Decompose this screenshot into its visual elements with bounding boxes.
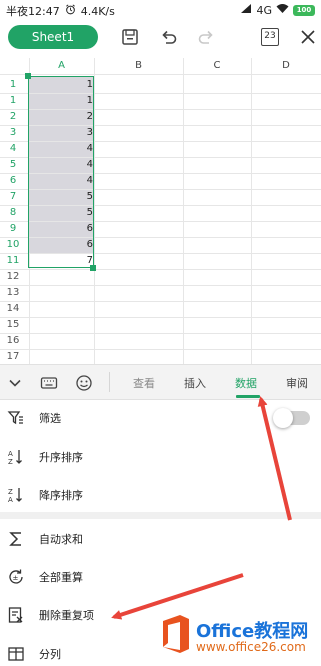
keyboard-icon[interactable] (39, 373, 59, 393)
row-header[interactable]: 14 (0, 301, 26, 317)
svg-text:±: ± (13, 574, 19, 582)
row-header[interactable]: 10 (0, 237, 26, 253)
column-header-b[interactable]: B (94, 60, 183, 74)
menu-item-autosum[interactable]: 自动求和 (0, 523, 321, 555)
redo-icon[interactable] (194, 25, 218, 49)
remove-duplicates-label: 删除重复项 (39, 609, 94, 622)
selection-border (28, 76, 94, 268)
filter-label: 筛选 (39, 412, 61, 425)
tab-divider (109, 372, 110, 392)
column-divider (183, 58, 184, 364)
office-logo-watermark (163, 615, 189, 653)
recalculate-icon: ± (6, 567, 26, 587)
active-tab-indicator (236, 395, 260, 398)
row-header[interactable]: 5 (0, 157, 26, 173)
row-header[interactable]: 3 (0, 125, 26, 141)
tab-data[interactable]: 数据 (235, 375, 257, 391)
selection-handle[interactable] (90, 265, 96, 271)
row-divider (0, 333, 321, 334)
recalculate-label: 全部重算 (39, 571, 83, 584)
sigma-icon (6, 529, 26, 549)
row-header[interactable]: 4 (0, 141, 26, 157)
row-header[interactable]: 9 (0, 221, 26, 237)
row-divider (0, 349, 321, 350)
row-header[interactable]: 8 (0, 205, 26, 221)
watermark-url: www.office26.com (196, 640, 306, 654)
svg-text:A: A (8, 496, 13, 504)
selection-handle[interactable] (25, 73, 31, 79)
column-header-c[interactable]: C (183, 60, 251, 74)
tab-insert[interactable]: 插入 (184, 375, 206, 391)
ribbon-tab-bar: 查看 插入 数据 审阅 (0, 364, 321, 400)
wifi-icon (276, 3, 289, 17)
row-header[interactable]: 11 (0, 253, 26, 269)
row-header[interactable]: 12 (0, 269, 26, 285)
split-column-label: 分列 (39, 648, 61, 661)
row-divider (0, 269, 321, 270)
row-header[interactable]: 1 (0, 93, 26, 109)
sort-ascending-icon: AZ (6, 447, 26, 467)
toolbar: Sheet1 23 (0, 22, 321, 52)
row-header[interactable]: 2 (0, 109, 26, 125)
row-header[interactable]: 17 (0, 349, 26, 365)
save-icon[interactable] (118, 25, 142, 49)
status-bar: 半夜12:47 4.4K/s 4G 100 (0, 0, 321, 22)
menu-item-sort-descending[interactable]: ZA 降序排序 (0, 479, 321, 511)
sort-descending-icon: ZA (6, 485, 26, 505)
column-header-a[interactable]: A (29, 60, 94, 74)
page-count-button[interactable]: 23 (261, 28, 279, 46)
row-header[interactable]: 15 (0, 317, 26, 333)
undo-icon[interactable] (157, 25, 181, 49)
menu-divider (0, 512, 321, 519)
menu-item-sort-ascending[interactable]: AZ 升序排序 (0, 441, 321, 473)
sort-descending-label: 降序排序 (39, 489, 83, 502)
chevron-down-icon[interactable] (5, 373, 25, 393)
row-header[interactable]: 7 (0, 189, 26, 205)
filter-toggle-knob (273, 408, 293, 428)
row-header[interactable]: 6 (0, 173, 26, 189)
row-divider (0, 285, 321, 286)
column-divider (251, 58, 252, 364)
close-icon[interactable] (296, 25, 320, 49)
emoji-icon[interactable] (74, 373, 94, 393)
column-header-border (0, 74, 321, 75)
network-speed: 4.4K/s (80, 4, 115, 18)
row-header[interactable]: 1 (0, 77, 26, 93)
tab-review[interactable]: 审阅 (286, 375, 308, 391)
svg-text:Z: Z (8, 488, 13, 496)
sort-ascending-label: 升序排序 (39, 451, 83, 464)
column-divider (94, 58, 95, 364)
row-header[interactable]: 13 (0, 285, 26, 301)
row-header[interactable]: 16 (0, 333, 26, 349)
status-time: 半夜12:47 (6, 5, 60, 18)
signal-icon (240, 3, 252, 17)
filter-icon (6, 408, 26, 428)
svg-text:Z: Z (8, 458, 13, 466)
svg-text:A: A (8, 450, 13, 458)
column-header-d[interactable]: D (251, 60, 321, 74)
row-divider (0, 317, 321, 318)
tab-view[interactable]: 查看 (133, 375, 155, 391)
alarm-icon (65, 4, 76, 18)
autosum-label: 自动求和 (39, 533, 83, 546)
row-divider (0, 301, 321, 302)
battery-indicator: 100 (293, 4, 315, 16)
menu-item-recalculate[interactable]: ± 全部重算 (0, 561, 321, 593)
remove-duplicates-icon (6, 605, 26, 625)
network-type: 4G (256, 3, 272, 17)
sheet-tab[interactable]: Sheet1 (8, 25, 98, 49)
split-column-icon (6, 644, 26, 664)
